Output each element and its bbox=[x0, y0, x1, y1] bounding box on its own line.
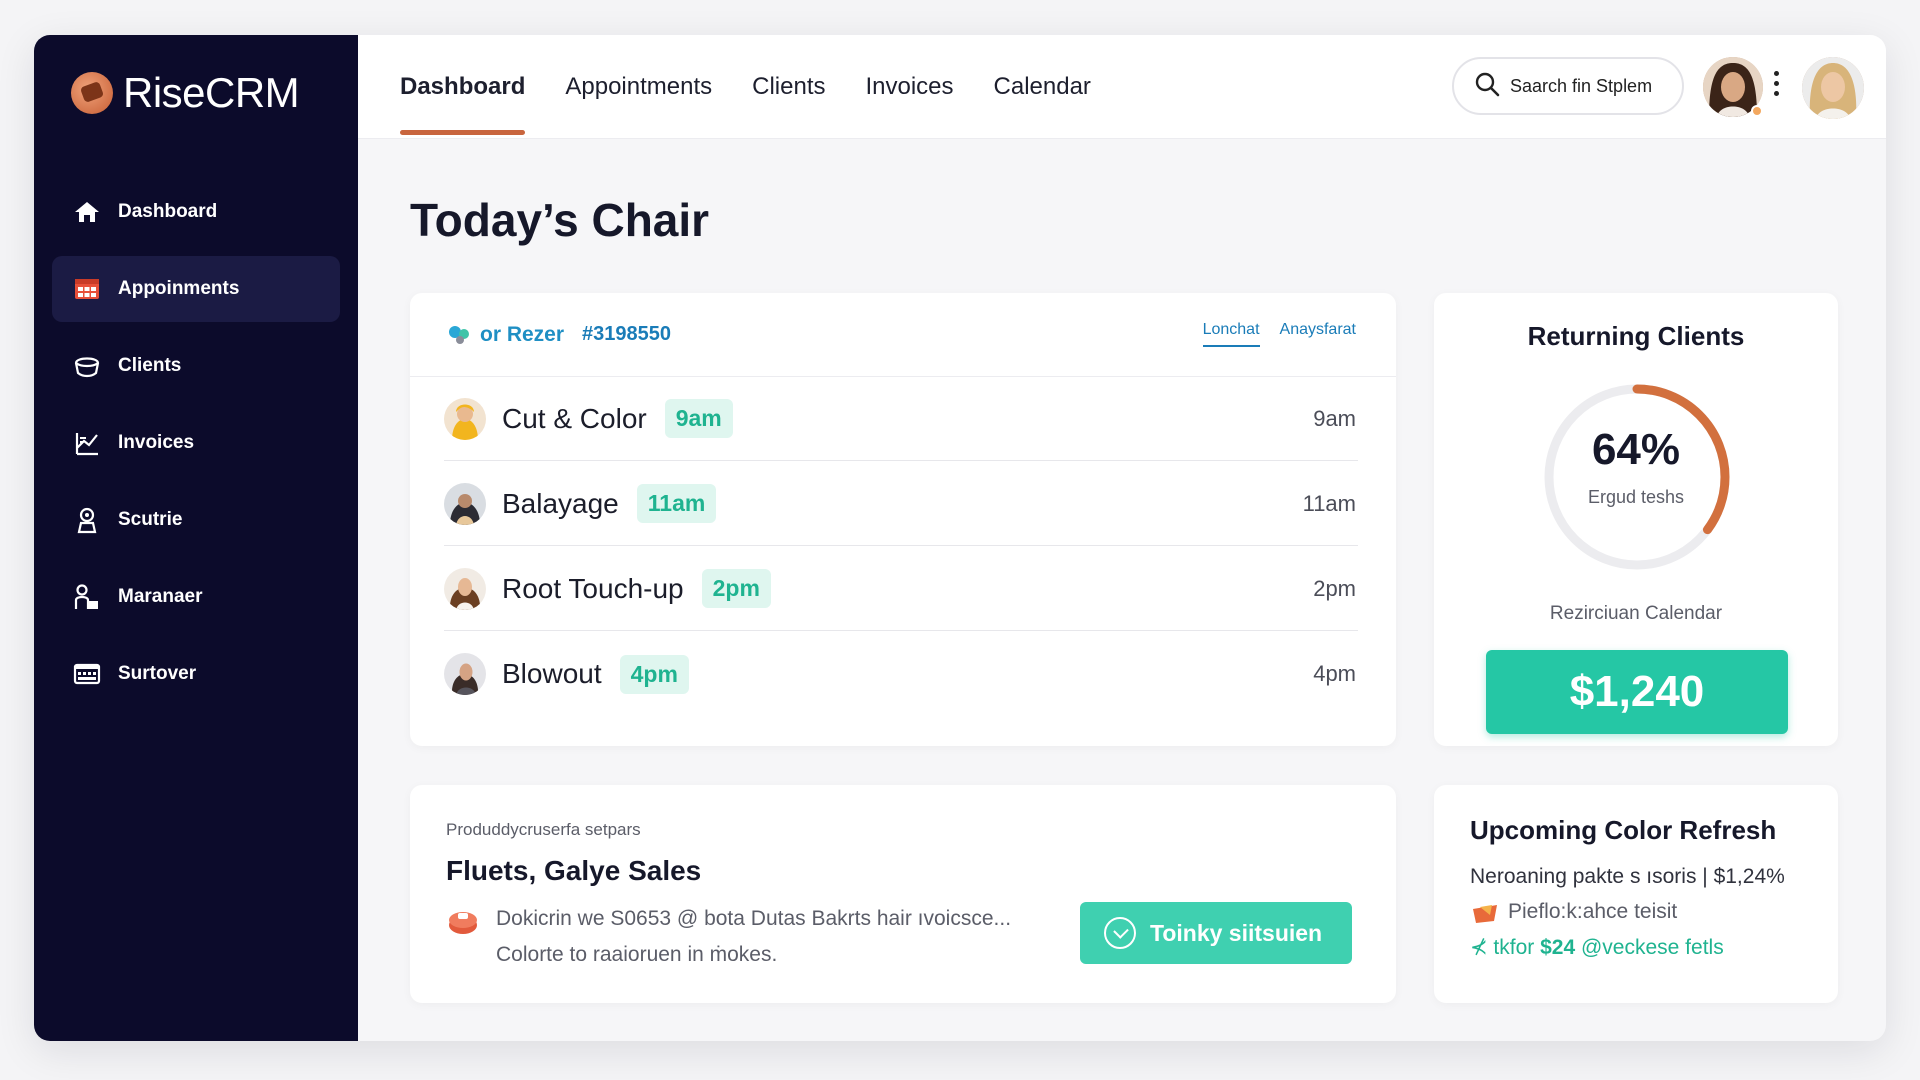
sidebar-item-appointments[interactable]: Appoinments bbox=[52, 256, 340, 322]
client-avatar bbox=[444, 397, 486, 440]
sidebar-item-label: Maranaer bbox=[118, 586, 203, 607]
appointment-time: 2pm bbox=[1313, 575, 1356, 601]
appointment-time: 11am bbox=[1302, 490, 1356, 516]
sidebar-item-label: Clients bbox=[118, 355, 182, 376]
service-name: Blowout bbox=[502, 658, 602, 689]
sidebar-item-label: Scutrie bbox=[118, 509, 183, 530]
service-name: Root Touch-up bbox=[502, 572, 684, 604]
manager-icon bbox=[72, 582, 102, 612]
sales-description-2: Colorte to raaioruen in ṁokes. bbox=[496, 943, 778, 966]
profile-avatar[interactable] bbox=[1802, 57, 1864, 119]
check-circle-icon bbox=[1104, 917, 1136, 949]
upcoming-title: Upcoming Color Refresh bbox=[1470, 815, 1777, 845]
sidebar-item-surtover[interactable]: Surtover bbox=[52, 641, 340, 707]
sidebar-item-label: Surtover bbox=[118, 663, 197, 684]
logo[interactable]: RiseCRM bbox=[71, 69, 300, 117]
sidebar-item-invoices[interactable]: Invoices bbox=[52, 410, 340, 476]
calendar-grid-icon bbox=[72, 274, 102, 304]
appointment-row[interactable]: Balayage 11am 11am bbox=[444, 462, 1358, 546]
stylist-name[interactable]: or Rezer bbox=[446, 322, 564, 348]
app-name: RiseCRM bbox=[123, 69, 300, 116]
upcoming-line-2: Pieflo:k:ahce teisit bbox=[1470, 899, 1677, 925]
sales-kicker: Produddycruserfa setpars bbox=[446, 820, 641, 839]
sidebar-item-label: Appoinments bbox=[118, 278, 240, 299]
top-tabs: Dashboard Appointments Clients Invoices … bbox=[400, 35, 1131, 139]
service-name: Balayage bbox=[502, 487, 619, 519]
sidebar-item-label: Dashboard bbox=[118, 201, 218, 222]
product-icon bbox=[449, 912, 477, 934]
sales-description-1: Dokicrin we S0653 @ bota Dutas Bakrts ha… bbox=[496, 907, 1012, 930]
service-name: Cut & Color bbox=[502, 402, 647, 434]
client-avatar bbox=[444, 567, 486, 610]
time-badge: 4pm bbox=[619, 654, 689, 694]
returning-clients-title: Returning Clients bbox=[1527, 321, 1745, 351]
badge-icon bbox=[72, 505, 102, 535]
client-avatar bbox=[444, 653, 486, 695]
status-dot bbox=[1751, 105, 1763, 117]
upcoming-amount: $24 bbox=[1540, 936, 1576, 959]
invoices-icon bbox=[72, 428, 102, 458]
stylist-icon bbox=[449, 325, 469, 344]
upcoming-line-3-prefix: ⊀ tkfor bbox=[1470, 936, 1541, 959]
upcoming-line-3: ⊀ tkfor $24 @veckese fetls bbox=[1470, 935, 1724, 960]
tab-invoices[interactable]: Invoices bbox=[865, 35, 953, 139]
client-avatar bbox=[444, 482, 486, 525]
tab-clients[interactable]: Clients bbox=[752, 35, 825, 139]
appointment-time: 4pm bbox=[1313, 661, 1356, 686]
sidebar-item-label: Invoices bbox=[118, 432, 195, 453]
sidebar-item-scutrie[interactable]: Scutrie bbox=[52, 487, 340, 553]
sidebar: RiseCRM Dashboard Appoinments Clients In… bbox=[34, 35, 358, 1041]
top-header: Dashboard Appointments Clients Invoices … bbox=[358, 35, 1886, 139]
chair-links: Lonchat Anaysfarat bbox=[1183, 321, 1356, 347]
upcoming-color-refresh-card: Upcoming Color Refresh Neroaning pakte s… bbox=[1434, 785, 1838, 1003]
appointment-time: 9am bbox=[1313, 405, 1356, 431]
stylist-label: or Rezer bbox=[480, 322, 565, 346]
calendar-label: Rezirciuan Calendar bbox=[1549, 603, 1723, 624]
time-badge: 2pm bbox=[701, 569, 771, 608]
search-placeholder: Saarch fin Stplem bbox=[1510, 75, 1653, 96]
revenue-amount-button[interactable]: $1,240 bbox=[1486, 650, 1788, 734]
sidebar-nav: Dashboard Appoinments Clients Invoices S… bbox=[52, 179, 340, 718]
chair-card-header: or Rezer #3198550 Lonchat Anaysfarat bbox=[410, 293, 1396, 377]
appointment-row[interactable]: Cut & Color 9am 9am bbox=[444, 377, 1358, 461]
returning-clients-card: Returning Clients 64% Ergud teshs Rezirc… bbox=[1434, 293, 1838, 746]
upcoming-line-3-suffix: @veckese fetls bbox=[1575, 936, 1724, 959]
search-input[interactable]: Saarch fin Stplem bbox=[1452, 57, 1684, 115]
tab-calendar[interactable]: Calendar bbox=[994, 35, 1091, 139]
appointment-row[interactable]: Blowout 4pm 4pm bbox=[444, 632, 1358, 716]
sales-title: Fluets, Galye Sales bbox=[446, 855, 702, 886]
logo-icon bbox=[71, 72, 113, 114]
tab-appointments[interactable]: Appointments bbox=[565, 35, 712, 139]
appointment-row[interactable]: Root Touch-up 2pm 2pm bbox=[444, 547, 1358, 631]
search-icon bbox=[1474, 71, 1500, 102]
link-anaysfarat[interactable]: Anaysfarat bbox=[1280, 321, 1356, 347]
sales-card: Produddycruserfa setpars Fluets, Galye S… bbox=[410, 785, 1396, 1003]
stylist-id: #3198550 bbox=[582, 323, 672, 345]
sales-action-label: Toinky siitsuien bbox=[1150, 919, 1323, 946]
upcoming-line-2-text: Pieflo:k:ahce teisit bbox=[1508, 900, 1678, 923]
returning-percent: 64% bbox=[1591, 425, 1681, 474]
returning-progress-ring bbox=[1544, 384, 1730, 570]
keyboard-icon bbox=[72, 659, 102, 689]
more-menu-icon[interactable] bbox=[1774, 71, 1780, 96]
time-badge: 9am bbox=[664, 399, 733, 438]
gift-icon bbox=[1473, 905, 1497, 923]
clients-icon bbox=[72, 351, 102, 381]
link-lonchat[interactable]: Lonchat bbox=[1202, 321, 1260, 347]
time-badge: 11am bbox=[636, 484, 717, 523]
home-icon bbox=[72, 197, 102, 227]
sidebar-item-clients[interactable]: Clients bbox=[52, 333, 340, 399]
sales-action-button[interactable]: Toinky siitsuien bbox=[1080, 902, 1352, 964]
upcoming-line-1: Neroaning pakte s ısoris | $1,24% bbox=[1470, 865, 1785, 888]
page-title: Today’s Chair bbox=[410, 194, 710, 246]
returning-subtitle: Ergud teshs bbox=[1587, 487, 1685, 507]
sidebar-item-dashboard[interactable]: Dashboard bbox=[52, 179, 340, 245]
todays-chair-card: or Rezer #3198550 Lonchat Anaysfarat Cut… bbox=[410, 293, 1396, 746]
sidebar-item-maranaer[interactable]: Maranaer bbox=[52, 564, 340, 630]
tab-dashboard[interactable]: Dashboard bbox=[400, 35, 526, 139]
